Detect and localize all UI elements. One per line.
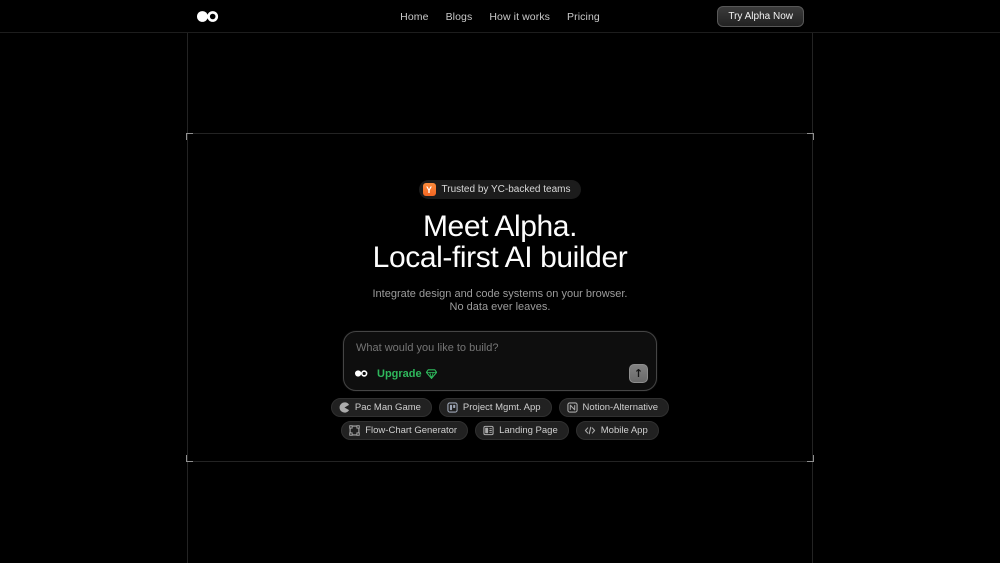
nav-link-pricing[interactable]: Pricing xyxy=(567,11,600,23)
chip-label: Project Mgmt. App xyxy=(463,402,541,413)
subtitle-line-1: Integrate design and code systems on you… xyxy=(373,288,628,300)
browser-icon xyxy=(483,425,494,436)
chip-label: Flow-Chart Generator xyxy=(365,425,457,436)
chip-label: Pac Man Game xyxy=(355,402,421,413)
nav-link-blogs[interactable]: Blogs xyxy=(446,11,473,23)
chip-label: Mobile App xyxy=(601,425,648,436)
badge-label: Trusted by YC-backed teams xyxy=(442,184,571,195)
notion-n-icon xyxy=(567,402,578,413)
prompt-box: Upgrade ↑ xyxy=(343,331,657,391)
prompt-input[interactable] xyxy=(344,332,656,364)
hero-frame: Y Trusted by YC-backed teams Meet Alpha.… xyxy=(187,133,813,462)
page-subtitle: Integrate design and code systems on you… xyxy=(373,288,628,314)
chip-project-mgmt-app[interactable]: Project Mgmt. App xyxy=(439,398,552,417)
pacman-icon xyxy=(339,402,350,413)
nav-link-home[interactable]: Home xyxy=(400,11,428,23)
chip-notion-alternative[interactable]: Notion-Alternative xyxy=(559,398,670,417)
frame-corner-bottom-right xyxy=(807,455,814,462)
nav-links: Home Blogs How it works Pricing xyxy=(0,0,1000,33)
chip-label: Notion-Alternative xyxy=(583,402,659,413)
code-icon xyxy=(584,425,596,436)
prompt-toolbar: Upgrade ↑ xyxy=(355,364,648,383)
yc-icon: Y xyxy=(423,183,436,196)
chip-pac-man-game[interactable]: Pac Man Game xyxy=(331,398,432,417)
chip-mobile-app[interactable]: Mobile App xyxy=(576,421,659,440)
frame-corner-bottom-left xyxy=(186,455,193,462)
chip-row-2: Flow-Chart Generator Landing Page Mobile… xyxy=(341,421,659,440)
title-line-2: Local-first AI builder xyxy=(373,241,628,274)
nav-link-how-it-works[interactable]: How it works xyxy=(489,11,550,23)
subtitle-line-2: No data ever leaves. xyxy=(450,301,551,313)
chip-landing-page[interactable]: Landing Page xyxy=(475,421,569,440)
gem-icon xyxy=(426,369,437,379)
page-title: Meet Alpha. Local-first AI builder xyxy=(373,211,628,273)
title-line-1: Meet Alpha. xyxy=(423,210,577,243)
yc-trust-badge: Y Trusted by YC-backed teams xyxy=(419,180,582,199)
infinity-mini-icon xyxy=(355,369,368,378)
upgrade-button[interactable]: Upgrade xyxy=(377,368,437,380)
kanban-icon xyxy=(447,402,458,413)
frame-icon xyxy=(349,425,360,436)
upgrade-label: Upgrade xyxy=(377,368,422,380)
chip-label: Landing Page xyxy=(499,425,558,436)
chip-row-1: Pac Man Game Project Mgmt. App Notion-Al… xyxy=(331,398,669,417)
try-alpha-now-button[interactable]: Try Alpha Now xyxy=(717,6,804,27)
top-nav: Home Blogs How it works Pricing Try Alph… xyxy=(0,0,1000,33)
submit-prompt-button[interactable]: ↑ xyxy=(629,364,648,383)
hero-content: Y Trusted by YC-backed teams Meet Alpha.… xyxy=(187,134,813,440)
chip-flow-chart-generator[interactable]: Flow-Chart Generator xyxy=(341,421,468,440)
